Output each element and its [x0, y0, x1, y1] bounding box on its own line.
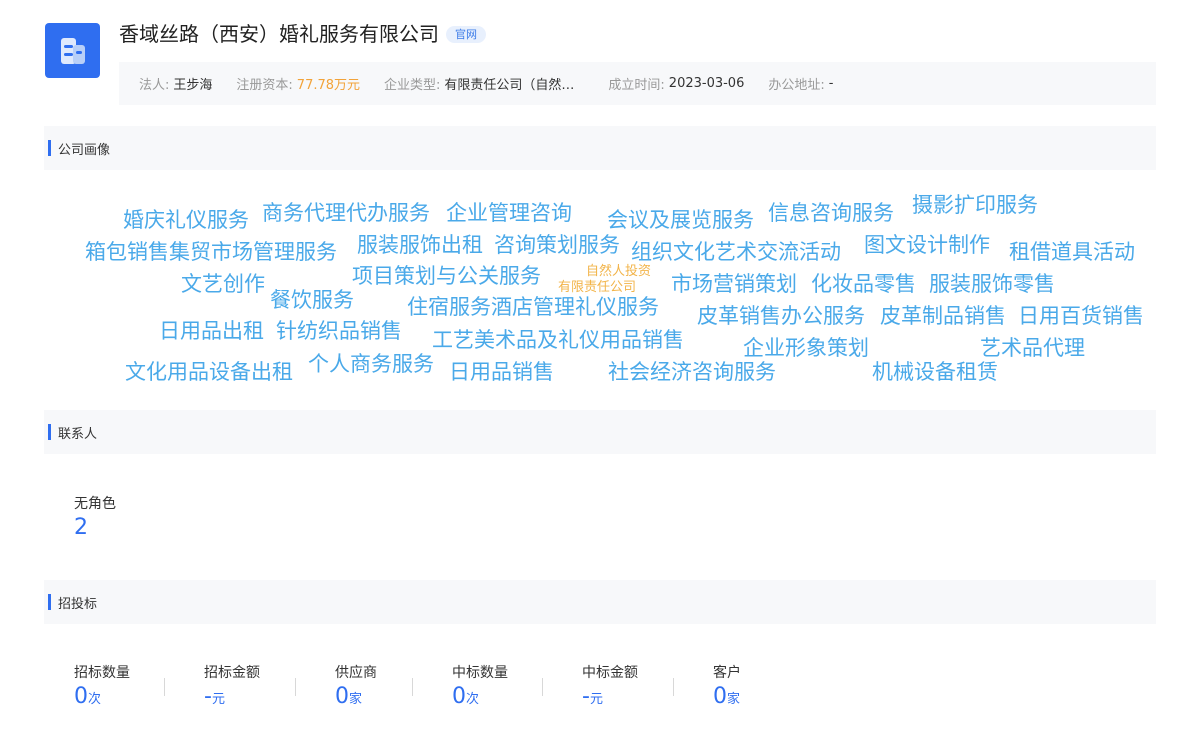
cloud-word[interactable]: 机械设备租赁	[872, 362, 998, 383]
cloud-word[interactable]: 市场营销策划	[671, 274, 797, 295]
contact-role-count[interactable]: 2	[74, 515, 116, 540]
company-info-bar: 法人: 王步海 注册资本: 77.78万元 企业类型: 有限责任公司（自然人投资…	[119, 62, 1156, 105]
cloud-word[interactable]: 日用品出租	[159, 321, 264, 342]
cloud-word[interactable]: 箱包销售集贸市场管理服务	[85, 242, 337, 263]
legal-person-label: 法人:	[139, 78, 170, 93]
stat-unit: 次	[88, 692, 102, 707]
legal-person: 法人: 王步海	[139, 74, 212, 93]
stat-number: -	[204, 684, 212, 709]
cloud-word[interactable]: 餐饮服务	[270, 290, 354, 311]
stat-number: 0	[74, 684, 88, 709]
stat-number: -	[582, 684, 590, 709]
contact-role-stat: 无角色 2	[74, 493, 116, 540]
section-company-portrait: 公司画像	[44, 126, 1156, 170]
cloud-word[interactable]: 社会经济咨询服务	[608, 362, 776, 383]
cloud-word[interactable]: 文化用品设备出租	[125, 362, 293, 383]
stat-label: 招标数量	[74, 665, 130, 681]
stat-label: 中标数量	[452, 665, 508, 681]
office-address-label: 办公地址:	[768, 78, 825, 93]
stat-unit: 元	[211, 692, 225, 707]
building-icon	[60, 37, 85, 64]
company-name-row: 香域丝路（西安）婚礼服务有限公司 官网	[119, 18, 486, 47]
cloud-word[interactable]: 个人商务服务	[308, 354, 434, 375]
cloud-word[interactable]: 服装服饰零售	[929, 274, 1055, 295]
founded-date-value: 2023-03-06	[668, 76, 745, 91]
cloud-word[interactable]: 组织文化艺术交流活动	[631, 242, 841, 263]
section-bidding: 招投标	[44, 580, 1156, 624]
section-accent	[48, 594, 51, 610]
cloud-word[interactable]: 皮革制品销售	[880, 306, 1006, 327]
business-scope-word-cloud: 婚庆礼仪服务 商务代理代办服务 企业管理咨询 会议及展览服务 信息咨询服务 摄影…	[0, 0, 1200, 752]
stat-number: 0	[713, 684, 727, 709]
cloud-word[interactable]: 自然人投资	[586, 265, 651, 278]
section-contacts: 联系人	[44, 410, 1156, 454]
stat-value[interactable]: 0次	[74, 684, 164, 709]
stat-unit: 家	[727, 692, 741, 707]
office-address: 办公地址: -	[768, 74, 833, 93]
office-address-value: -	[828, 76, 834, 91]
stat-value[interactable]: -元	[204, 684, 295, 709]
stat-label: 客户	[713, 665, 741, 681]
stat-suppliers: 供应商 0家	[296, 662, 412, 709]
cloud-word[interactable]: 住宿服务酒店管理礼仪服务	[407, 297, 659, 318]
company-type: 企业类型: 有限责任公司（自然人投资或控股）	[384, 74, 584, 93]
cloud-word[interactable]: 艺术品代理	[980, 338, 1085, 359]
cloud-word[interactable]: 图文设计制作	[864, 235, 990, 256]
company-name: 香域丝路（西安）婚礼服务有限公司	[119, 22, 439, 46]
cloud-word[interactable]: 文艺创作	[181, 274, 265, 295]
stat-label: 招标金额	[204, 665, 260, 681]
section-accent	[48, 140, 51, 156]
stat-tender-amount: 招标金额 -元	[165, 662, 295, 709]
founded-date: 成立时间: 2023-03-06	[608, 74, 744, 93]
stat-label: 中标金额	[582, 665, 638, 681]
stat-tender-count: 招标数量 0次	[74, 662, 164, 709]
cloud-word[interactable]: 服装服饰出租	[357, 235, 483, 256]
cloud-word[interactable]: 针纺织品销售	[276, 321, 402, 342]
cloud-word[interactable]: 商务代理代办服务	[262, 203, 430, 224]
cloud-word[interactable]: 日用品销售	[449, 362, 554, 383]
section-title: 公司画像	[58, 142, 111, 158]
section-title: 招投标	[58, 596, 98, 612]
stat-customers: 客户 0家	[674, 662, 774, 709]
cloud-word[interactable]: 皮革销售办公服务	[697, 306, 865, 327]
cloud-word[interactable]: 婚庆礼仪服务	[123, 210, 249, 231]
contact-role-label: 无角色	[74, 496, 116, 512]
cloud-word[interactable]: 租借道具活动	[1009, 242, 1135, 263]
stat-number: 0	[452, 684, 466, 709]
section-title: 联系人	[58, 426, 98, 442]
cloud-word[interactable]: 项目策划与公关服务	[352, 266, 541, 287]
company-logo	[45, 23, 100, 78]
stat-label: 供应商	[335, 665, 377, 681]
cloud-word[interactable]: 企业管理咨询	[446, 203, 572, 224]
company-type-label: 企业类型:	[384, 78, 441, 93]
cloud-word[interactable]: 工艺美术品及礼仪用品销售	[432, 330, 684, 351]
founded-date-label: 成立时间:	[608, 78, 665, 93]
stat-value[interactable]: -元	[582, 684, 673, 709]
registered-capital-value: 77.78万元	[296, 78, 361, 93]
registered-capital: 注册资本: 77.78万元	[236, 74, 360, 93]
company-type-value: 有限责任公司（自然人投资或控股）	[444, 78, 584, 93]
legal-person-value[interactable]: 王步海	[173, 74, 212, 93]
stat-number: 0	[335, 684, 349, 709]
registered-capital-label: 注册资本:	[236, 78, 293, 93]
cloud-word[interactable]: 企业形象策划	[743, 338, 869, 359]
official-website-badge[interactable]: 官网	[446, 25, 486, 43]
bidding-stats: 招标数量 0次 招标金额 -元 供应商 0家 中标数量 0次 中标金额 -元 客…	[74, 662, 774, 709]
cloud-word[interactable]: 日用百货销售	[1018, 306, 1144, 327]
stat-unit: 次	[466, 692, 480, 707]
stat-value[interactable]: 0家	[335, 684, 412, 709]
cloud-word[interactable]: 化妆品零售	[811, 274, 916, 295]
cloud-word[interactable]: 信息咨询服务	[768, 203, 894, 224]
section-accent	[48, 424, 51, 440]
cloud-word[interactable]: 咨询策划服务	[494, 235, 620, 256]
cloud-word[interactable]: 有限责任公司	[558, 281, 636, 294]
stat-value[interactable]: 0家	[713, 684, 774, 709]
stat-value[interactable]: 0次	[452, 684, 542, 709]
cloud-word[interactable]: 会议及展览服务	[607, 210, 754, 231]
stat-unit: 元	[589, 692, 603, 707]
cloud-word[interactable]: 摄影扩印服务	[912, 195, 1038, 216]
stat-award-count: 中标数量 0次	[413, 662, 542, 709]
stat-unit: 家	[349, 692, 363, 707]
stat-award-amount: 中标金额 -元	[543, 662, 673, 709]
